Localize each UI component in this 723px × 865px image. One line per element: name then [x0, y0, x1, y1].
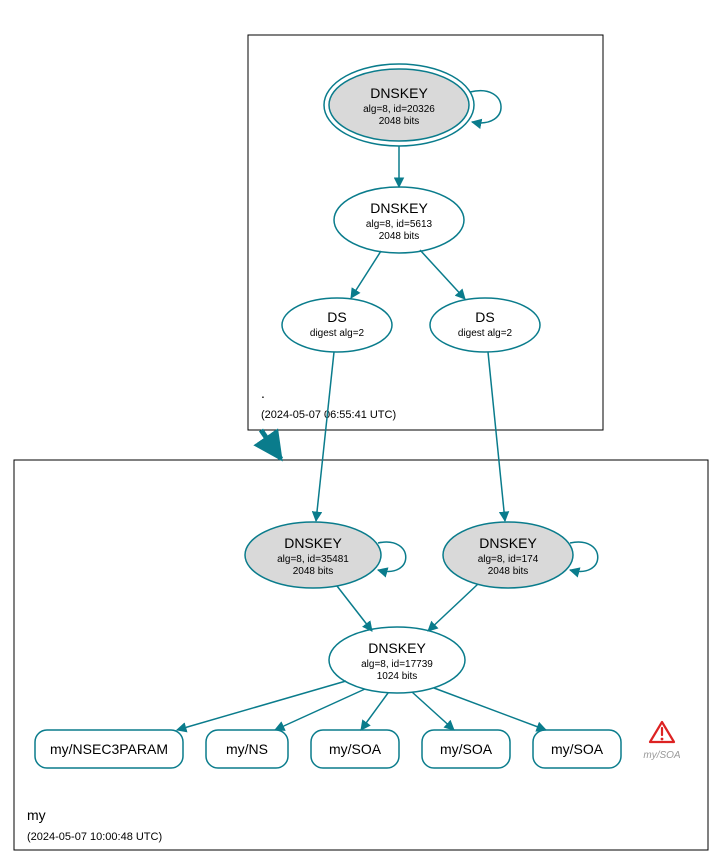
node-label: my/SOA: [643, 750, 681, 761]
node-label: my/SOA: [551, 741, 604, 757]
node-sub2: 2048 bits: [293, 566, 334, 577]
edge-ds2-childksk2: [488, 352, 505, 521]
node-sub2: 2048 bits: [488, 566, 529, 577]
node-sub2: 2048 bits: [379, 116, 420, 127]
edge-zsk-rr5: [434, 688, 546, 730]
zone-root-timestamp: (2024-05-07 06:55:41 UTC): [261, 409, 396, 421]
node-dnskey-child-zsk: DNSKEY alg=8, id=17739 1024 bits: [329, 627, 465, 693]
zone-child-name: my: [27, 807, 46, 823]
edge-zsk-rr3: [361, 693, 388, 730]
edge-rootzsk-ds2: [420, 250, 465, 299]
node-sub1: digest alg=2: [310, 328, 365, 339]
node-dnskey-child-ksk1: DNSKEY alg=8, id=35481 2048 bits: [245, 522, 381, 588]
edge-self-child-ksk2: [570, 542, 598, 571]
node-label: DNSKEY: [370, 85, 428, 101]
node-dnskey-child-ksk2: DNSKEY alg=8, id=174 2048 bits: [443, 522, 573, 588]
node-label: my/SOA: [440, 741, 493, 757]
node-label: DNSKEY: [284, 535, 342, 551]
node-label: DNSKEY: [370, 200, 428, 216]
node-rr-ns: my/NS: [206, 730, 288, 768]
edge-childksk1-zsk: [337, 586, 372, 631]
node-sub1: alg=8, id=35481: [277, 554, 349, 565]
warning-icon: [650, 722, 674, 742]
node-label: my/NS: [226, 741, 268, 757]
node-rr-nsec3param: my/NSEC3PARAM: [35, 730, 183, 768]
node-rr-soa-2: my/SOA: [422, 730, 510, 768]
edge-zsk-rr2: [275, 689, 365, 730]
node-label: DS: [475, 309, 494, 325]
node-dnskey-root-zsk: DNSKEY alg=8, id=5613 2048 bits: [334, 187, 464, 253]
node-sub1: alg=8, id=5613: [366, 219, 433, 230]
node-sub1: digest alg=2: [458, 328, 513, 339]
node-sub1: alg=8, id=20326: [363, 104, 435, 115]
node-label: my/SOA: [329, 741, 382, 757]
node-rr-soa-1: my/SOA: [311, 730, 399, 768]
node-rr-soa-3: my/SOA: [533, 730, 621, 768]
edge-ds1-childksk1: [316, 352, 334, 521]
edge-zsk-rr4: [412, 692, 454, 730]
node-sub2: 2048 bits: [379, 231, 420, 242]
node-label: DNSKEY: [368, 640, 426, 656]
edge-self-child-ksk1: [378, 542, 406, 571]
node-ds-1: DS digest alg=2: [282, 298, 392, 352]
node-ds-2: DS digest alg=2: [430, 298, 540, 352]
edge-rootzsk-ds1: [351, 251, 381, 298]
edge-childksk2-zsk: [428, 584, 478, 631]
node-label: DNSKEY: [479, 535, 537, 551]
node-dnskey-root-ksk: DNSKEY alg=8, id=20326 2048 bits: [324, 64, 474, 146]
node-sub1: alg=8, id=174: [478, 554, 539, 565]
node-label: my/NSEC3PARAM: [50, 741, 168, 757]
node-sub2: 1024 bits: [377, 671, 418, 682]
edge-zone-cross: [261, 430, 281, 459]
zone-child-timestamp: (2024-05-07 10:00:48 UTC): [27, 831, 162, 843]
zone-root-name: .: [261, 385, 265, 401]
node-rr-soa-warning: my/SOA: [643, 722, 681, 761]
node-label: DS: [327, 309, 346, 325]
node-sub1: alg=8, id=17739: [361, 659, 433, 670]
edge-zsk-rr1: [177, 681, 346, 730]
